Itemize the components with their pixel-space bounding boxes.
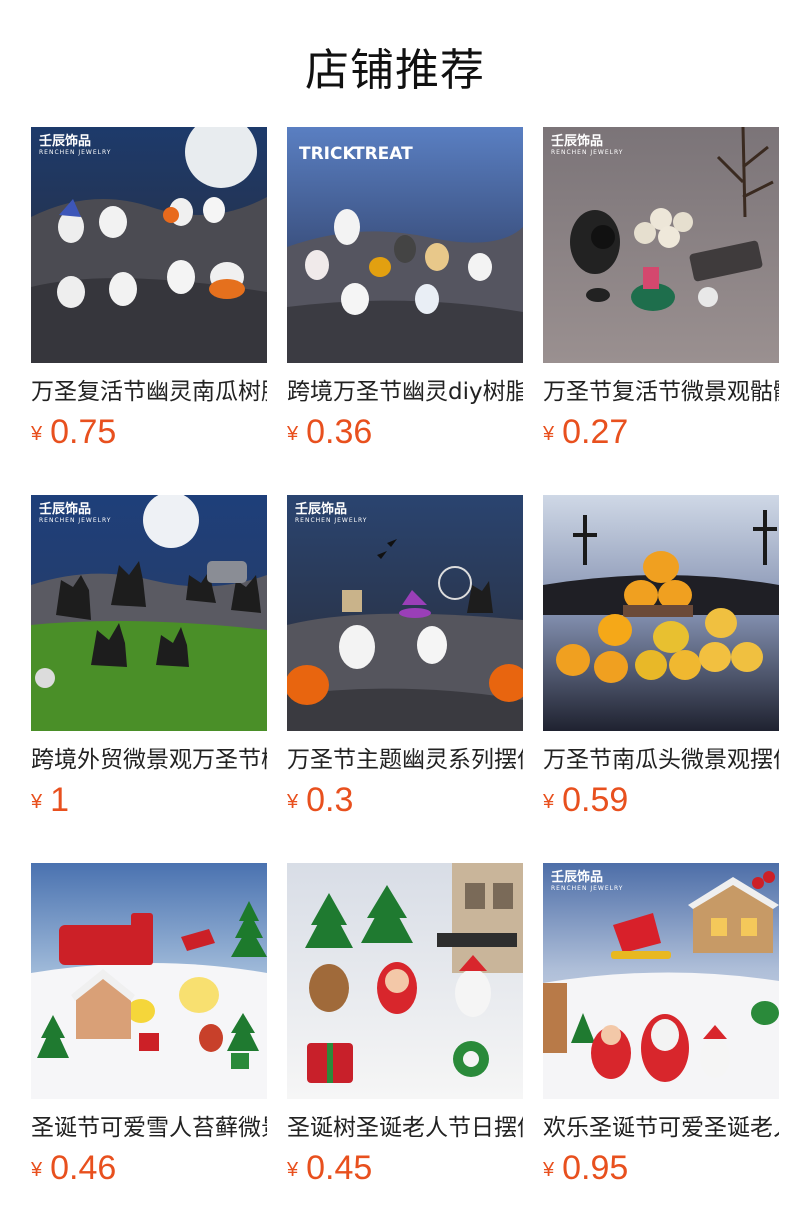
product-grid: 壬辰饰品RENCHEN JEWELRY 万圣复活节幽灵南瓜树脂摆件 ¥0.75 … <box>31 127 779 1197</box>
product-name[interactable]: 跨境外贸微景观万圣节树妖 <box>31 745 267 775</box>
currency-symbol: ¥ <box>287 423 299 445</box>
product-price: ¥0.36 <box>287 413 523 455</box>
product-price: ¥0.3 <box>287 781 523 823</box>
product-name[interactable]: 欢乐圣诞节可爱圣诞老人 <box>543 1113 779 1143</box>
brand-logo: 壬辰饰品 RENCHEN JEWELRY <box>39 502 112 524</box>
product-price: ¥0.45 <box>287 1149 523 1191</box>
product-card[interactable]: 万圣节南瓜头微景观摆件 ¥0.59 <box>543 495 779 829</box>
product-card[interactable]: TRICK TREAT 跨境万圣节幽灵diy树脂配件 ¥0.36 <box>287 127 523 461</box>
product-price: ¥1 <box>31 781 267 823</box>
currency-symbol: ¥ <box>543 791 555 813</box>
product-name[interactable]: 圣诞节可爱雪人苔藓微景观 <box>31 1113 267 1143</box>
product-card[interactable]: 圣诞树圣诞老人节日摆件 ¥0.45 <box>287 863 523 1197</box>
product-name[interactable]: 万圣复活节幽灵南瓜树脂摆件 <box>31 377 267 407</box>
product-card[interactable]: 壬辰饰品RENCHEN JEWELRY 跨境外贸微景观万圣节树妖 ¥1 <box>31 495 267 829</box>
svg-text:TRICK: TRICK <box>299 144 356 164</box>
product-image[interactable]: 壬辰饰品 RENCHEN JEWELRY <box>31 127 267 363</box>
product-price: ¥0.75 <box>31 413 267 455</box>
product-image[interactable] <box>31 863 267 1099</box>
product-card[interactable]: 圣诞节可爱雪人苔藓微景观 ¥0.46 <box>31 863 267 1197</box>
product-name[interactable]: 万圣节主题幽灵系列摆件 <box>287 745 523 775</box>
currency-symbol: ¥ <box>31 423 43 445</box>
currency-symbol: ¥ <box>31 1159 43 1181</box>
currency-symbol: ¥ <box>287 1159 299 1181</box>
price-value: 0.95 <box>562 1149 629 1187</box>
price-value: 0.46 <box>50 1149 117 1187</box>
product-card[interactable]: 壬辰饰品RENCHEN JEWELRY 万圣节复活节微景观骷髅摆件 ¥0.27 <box>543 127 779 461</box>
brand-logo: 壬辰饰品 RENCHEN JEWELRY <box>295 502 368 524</box>
product-card[interactable]: 壬辰饰品 RENCHEN JEWELRY 欢乐圣诞节可爱圣诞老人 ¥0.95 <box>543 863 779 1197</box>
product-card[interactable]: 壬辰饰品RENCHEN JEWELRY 万圣复活节幽灵南瓜树脂摆件 ¥0.75 <box>31 127 267 461</box>
currency-symbol: ¥ <box>543 1159 555 1181</box>
product-card[interactable]: 壬辰饰品 RENCHEN JEWELRY 万圣节主题幽灵系列摆件 ¥0.3 <box>287 495 523 829</box>
price-value: 0.36 <box>306 413 373 451</box>
currency-symbol: ¥ <box>31 791 43 813</box>
product-name[interactable]: 万圣节南瓜头微景观摆件 <box>543 745 779 775</box>
currency-symbol: ¥ <box>543 423 555 445</box>
price-value: 1 <box>50 781 70 819</box>
product-image[interactable]: TRICK TREAT <box>287 127 523 363</box>
product-name[interactable]: 跨境万圣节幽灵diy树脂配件 <box>287 377 523 407</box>
product-price: ¥0.95 <box>543 1149 779 1191</box>
svg-text:TREAT: TREAT <box>353 144 413 164</box>
brand-logo: 壬辰饰品 RENCHEN JEWELRY <box>551 134 624 156</box>
price-value: 0.27 <box>562 413 629 451</box>
product-image[interactable]: 壬辰饰品 RENCHEN JEWELRY <box>543 863 779 1099</box>
product-image[interactable]: 壬辰饰品 RENCHEN JEWELRY <box>543 127 779 363</box>
product-price: ¥0.46 <box>31 1149 267 1191</box>
product-image[interactable]: 壬辰饰品 RENCHEN JEWELRY <box>287 495 523 731</box>
price-value: 0.45 <box>306 1149 373 1187</box>
price-value: 0.75 <box>50 413 117 451</box>
product-price: ¥0.59 <box>543 781 779 823</box>
product-image[interactable] <box>543 495 779 731</box>
brand-logo: 壬辰饰品 RENCHEN JEWELRY <box>551 870 624 892</box>
product-name[interactable]: 圣诞树圣诞老人节日摆件 <box>287 1113 523 1143</box>
product-price: ¥0.27 <box>543 413 779 455</box>
product-image[interactable]: 壬辰饰品 RENCHEN JEWELRY <box>31 495 267 731</box>
currency-symbol: ¥ <box>287 791 299 813</box>
page-title: 店铺推荐 <box>305 45 485 96</box>
product-image[interactable] <box>287 863 523 1099</box>
price-value: 0.3 <box>306 781 354 819</box>
price-value: 0.59 <box>562 781 629 819</box>
brand-logo: 壬辰饰品 RENCHEN JEWELRY <box>39 134 112 156</box>
product-name[interactable]: 万圣节复活节微景观骷髅摆件 <box>543 377 779 407</box>
